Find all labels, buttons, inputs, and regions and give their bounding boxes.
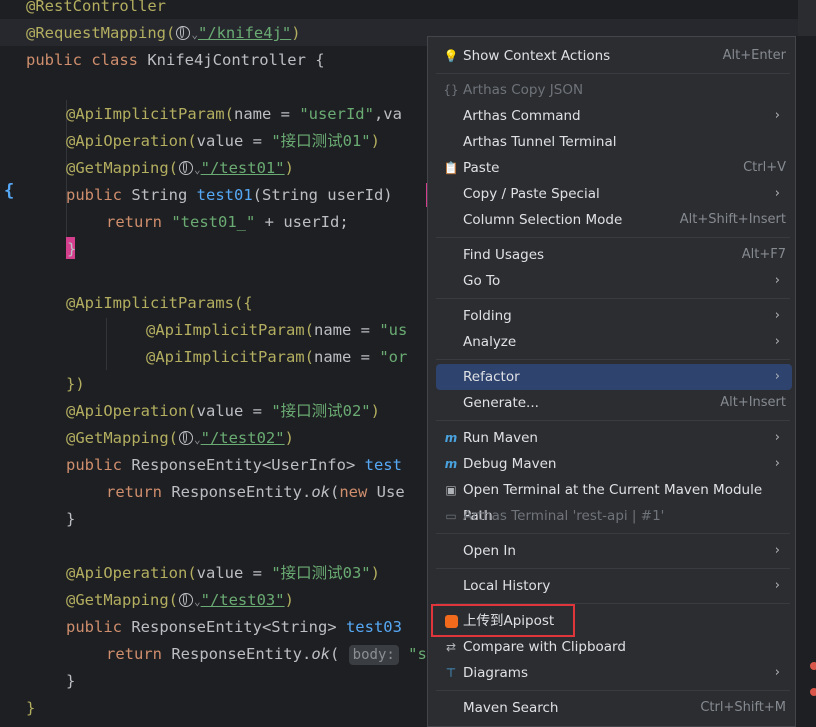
json-braces-icon: {}: [443, 83, 459, 97]
chevron-right-icon: ›: [774, 273, 780, 288]
compare-icon: ⇄: [445, 640, 457, 654]
code-line: public ResponseEntity<UserInfo> test: [66, 456, 402, 474]
menu-item-show-context-actions[interactable]: 💡 Show Context Actions Alt+Enter: [436, 43, 792, 69]
chevron-right-icon: ›: [774, 186, 780, 201]
code-line: @RequestMapping(⌄"/knife4j"): [26, 24, 301, 42]
code-line: }: [26, 699, 36, 717]
menu-item-arthas-terminal[interactable]: ▭ Arthas Terminal 'rest-api | #1': [436, 503, 792, 529]
chevron-right-icon: ›: [774, 543, 780, 558]
chevron-right-icon: ›: [774, 456, 780, 471]
maven-icon: m: [444, 431, 458, 445]
maven-icon: m: [444, 457, 458, 471]
brace-gutter-mark: {: [4, 181, 15, 201]
code-line: public ResponseEntity<String> test03: [66, 618, 402, 636]
code-line: @ApiImplicitParam(name = "userId",va: [66, 105, 402, 123]
code-line: @RestController: [26, 0, 166, 15]
chevron-down-icon: ⌄: [193, 595, 201, 608]
menu-item-open-in[interactable]: Open In ›: [436, 538, 792, 564]
menu-item-refactor[interactable]: Refactor ›: [436, 364, 792, 390]
terminal-icon: ▣: [445, 483, 457, 497]
code-line: }: [66, 672, 76, 690]
globe-icon[interactable]: [176, 26, 191, 40]
chevron-down-icon: ⌄: [193, 163, 201, 176]
error-marker[interactable]: [810, 688, 816, 696]
menu-item-analyze[interactable]: Analyze ›: [436, 329, 792, 355]
code-line: @ApiImplicitParam(name = "or: [146, 348, 408, 366]
code-line: public class Knife4jController {: [26, 51, 325, 69]
menu-item-go-to[interactable]: Go To ›: [436, 268, 792, 294]
indent-guide: [106, 318, 107, 370]
menu-item-maven-search[interactable]: Maven Search Ctrl+Shift+M: [436, 695, 792, 721]
chevron-right-icon: ›: [774, 369, 780, 384]
menu-item-arthas-command[interactable]: Arthas Command ›: [436, 103, 792, 129]
menu-item-copy-paste-special[interactable]: Copy / Paste Special ›: [436, 181, 792, 207]
code-line: }): [66, 375, 85, 393]
menu-separator: [436, 420, 790, 421]
menu-item-diagrams[interactable]: ⊤ Diagrams ›: [436, 660, 792, 686]
globe-icon[interactable]: [178, 593, 193, 607]
menu-item-find-usages[interactable]: Find Usages Alt+F7: [436, 242, 792, 268]
menu-separator: [436, 533, 790, 534]
parameter-hint: body:: [348, 645, 399, 665]
code-line: }: [67, 240, 77, 258]
code-line: @ApiImplicitParam(name = "us: [146, 321, 408, 339]
clipboard-icon: 📋: [443, 161, 459, 175]
menu-item-open-terminal-maven[interactable]: ▣ Open Terminal at the Current Maven Modu…: [436, 477, 792, 524]
menu-item-folding[interactable]: Folding ›: [436, 303, 792, 329]
menu-separator: [436, 237, 790, 238]
code-line: @ApiOperation(value = "接口测试03"): [66, 564, 380, 582]
chevron-right-icon: ›: [774, 578, 780, 593]
menu-separator: [436, 359, 790, 360]
right-gutter: [796, 36, 816, 727]
diagram-icon: ⊤: [445, 666, 457, 680]
menu-separator: [436, 298, 790, 299]
menu-item-generate[interactable]: Generate... Alt+Insert: [436, 390, 792, 416]
menu-item-arthas-copy-json[interactable]: {} Arthas Copy JSON: [436, 77, 792, 103]
menu-item-column-selection[interactable]: Column Selection Mode Alt+Shift+Insert: [436, 207, 792, 233]
highlight-box: [431, 604, 575, 637]
code-line: @ApiOperation(value = "接口测试02"): [66, 402, 380, 420]
lightbulb-icon: 💡: [443, 49, 459, 63]
chevron-right-icon: ›: [774, 108, 780, 123]
code-line: return "test01_" + userId;: [106, 213, 349, 231]
chevron-right-icon: ›: [774, 430, 780, 445]
code-line: @GetMapping(⌄"/test01"): [66, 159, 294, 177]
menu-item-arthas-tunnel[interactable]: Arthas Tunnel Terminal: [436, 129, 792, 155]
error-marker[interactable]: [810, 662, 816, 670]
menu-separator: [436, 73, 790, 74]
code-line: return ResponseEntity.ok(new Use: [106, 483, 405, 501]
chevron-down-icon: ⌄: [193, 433, 201, 446]
code-line: }: [66, 510, 76, 528]
menu-item-debug-maven[interactable]: m Debug Maven ›: [436, 451, 792, 477]
chevron-right-icon: ›: [774, 665, 780, 680]
menu-item-local-history[interactable]: Local History ›: [436, 573, 792, 599]
minimap: [798, 0, 816, 36]
code-line: return ResponseEntity.ok( body: "s: [106, 645, 427, 665]
menu-item-paste[interactable]: 📋 Paste Ctrl+V: [436, 155, 792, 181]
globe-icon[interactable]: [178, 161, 193, 175]
code-line: @ApiImplicitParams({: [66, 294, 253, 312]
globe-icon[interactable]: [178, 431, 193, 445]
menu-item-compare-clipboard[interactable]: ⇄ Compare with Clipboard: [436, 634, 792, 660]
code-line: @ApiOperation(value = "接口测试01"): [66, 132, 380, 150]
chevron-right-icon: ›: [774, 308, 780, 323]
menu-separator: [436, 690, 790, 691]
menu-separator: [436, 568, 790, 569]
chevron-down-icon: ⌄: [191, 28, 198, 41]
terminal-icon: ▭: [445, 509, 457, 523]
code-line: @GetMapping(⌄"/test02"): [66, 429, 294, 447]
code-line: @GetMapping(⌄"/test03"): [66, 591, 294, 609]
chevron-right-icon: ›: [774, 334, 780, 349]
code-line: public String test01(String userId): [66, 186, 393, 204]
menu-item-run-maven[interactable]: m Run Maven ›: [436, 425, 792, 451]
